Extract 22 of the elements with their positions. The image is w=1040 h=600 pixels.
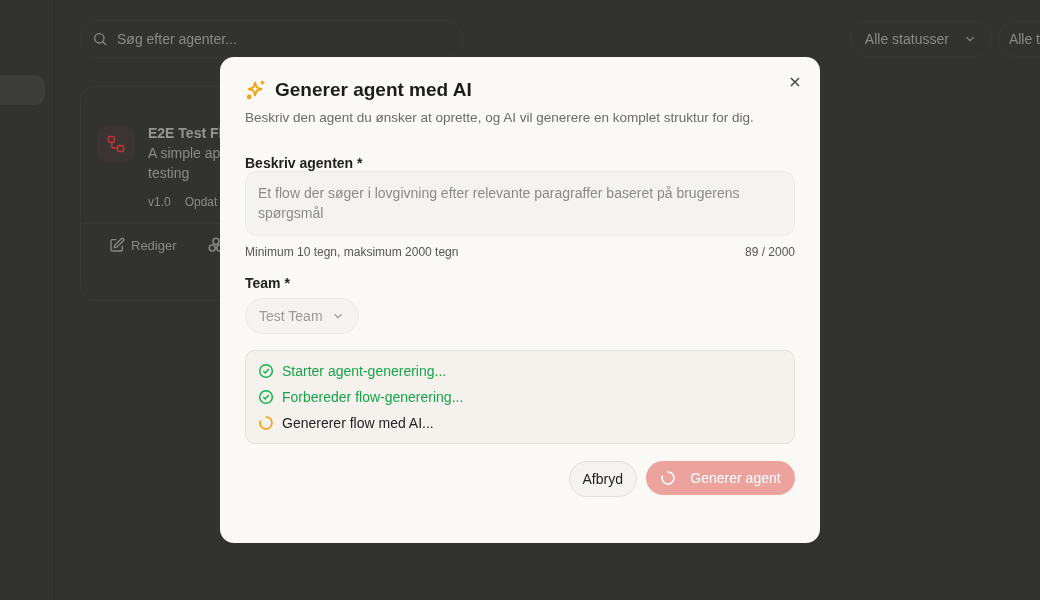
progress-step: Starter agent-generering... bbox=[282, 363, 447, 379]
sparkle-icon bbox=[245, 79, 267, 101]
field-hint: Minimum 10 tegn, maksimum 2000 tegn bbox=[245, 245, 459, 259]
agent-description: testing bbox=[148, 165, 190, 181]
spinner-icon bbox=[660, 470, 677, 486]
close-button[interactable] bbox=[788, 75, 802, 89]
cancel-button[interactable]: Afbryd bbox=[568, 461, 637, 497]
progress-step: Genererer flow med AI... bbox=[282, 415, 434, 431]
agent-meta: Opdat bbox=[184, 195, 218, 209]
character-count: 89 / 2000 bbox=[744, 245, 795, 259]
progress-step: Forbereder flow-generering... bbox=[282, 389, 464, 405]
dialog-title: Generer agent med AI bbox=[275, 79, 472, 101]
edit-icon bbox=[109, 237, 125, 253]
field-label: Beskriv agenten * bbox=[245, 155, 363, 171]
agent-description: A simple ap bbox=[148, 145, 221, 161]
field-label: Team * bbox=[245, 275, 290, 291]
edit-button[interactable]: Rediger bbox=[109, 237, 177, 253]
flow-icon bbox=[97, 125, 135, 163]
agent-meta: v1.0 bbox=[148, 195, 171, 209]
search-icon bbox=[92, 31, 108, 47]
dialog-subtitle: Beskriv den agent du ønsker at oprette, og AI vil generere en komplet struktur for dig. bbox=[245, 110, 754, 125]
search-field[interactable]: Søg efter agenter... bbox=[80, 20, 463, 58]
